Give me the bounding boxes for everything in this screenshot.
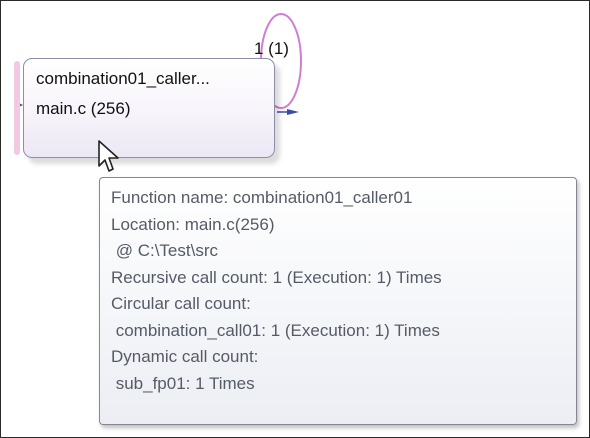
function-node-combination01-caller01[interactable]: combination01_caller... main.c (256): [23, 58, 275, 158]
node-function-name: combination01_caller...: [36, 69, 210, 88]
tooltip-dynamic-heading: Dynamic call count:: [111, 347, 259, 366]
tooltip-function-name: Function name: combination01_caller01: [111, 188, 413, 207]
recursion-count-label: 1 (1): [254, 39, 289, 58]
node-location: main.c (256): [36, 99, 131, 118]
tooltip-circular-heading: Circular call count:: [111, 294, 251, 313]
call-graph-canvas[interactable]: combination01_caller... main.c (256) 1 (…: [0, 0, 590, 438]
tooltip-circular-entry: combination_call01: 1 (Execution: 1) Tim…: [111, 320, 440, 340]
tooltip-path: @ C:\Test\src: [111, 241, 218, 260]
incoming-edge-highlight: [14, 61, 20, 155]
tooltip-recursive-count: Recursive call count: 1 (Execution: 1) T…: [111, 267, 442, 287]
function-info-tooltip: Function name: combination01_caller01 Lo…: [99, 177, 577, 425]
mouse-pointer-icon: [98, 140, 119, 172]
tooltip-location: Location: main.c(256): [111, 214, 275, 234]
tooltip-dynamic-entry: sub_fp01: 1 Times: [111, 373, 255, 393]
